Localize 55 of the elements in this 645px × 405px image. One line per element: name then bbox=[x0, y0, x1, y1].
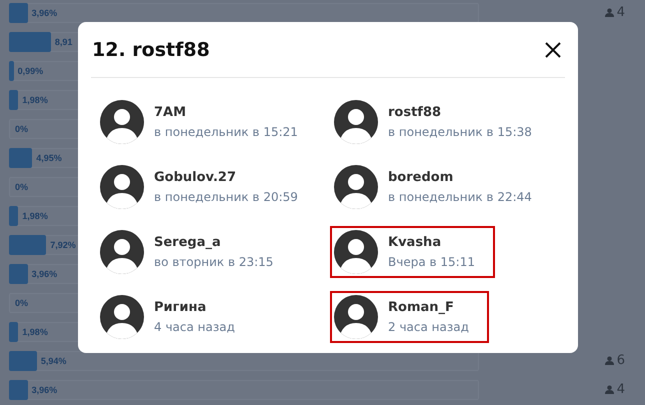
voter-entry[interactable]: rostf88 в понедельник в 15:38 bbox=[330, 96, 536, 148]
percent-label: 0% bbox=[15, 182, 28, 192]
vote-count: 6 bbox=[616, 353, 625, 368]
percent-label: 3,96% bbox=[32, 8, 58, 18]
voter-entry[interactable]: Gobulov.27 в понедельник в 20:59 bbox=[96, 161, 302, 213]
voter-name[interactable]: Kvasha bbox=[388, 235, 475, 250]
voter-name[interactable]: Roman_F bbox=[388, 300, 469, 315]
user-icon bbox=[604, 8, 614, 17]
vote-time: в понедельник в 22:44 bbox=[388, 190, 532, 204]
voter-entry[interactable]: Serega_a во вторник в 23:15 bbox=[96, 226, 278, 278]
voter-name[interactable]: Serega_a bbox=[154, 235, 274, 250]
percent-label: 0% bbox=[15, 298, 28, 308]
vote-time: 2 часа назад bbox=[388, 320, 469, 334]
vote-count: 4 bbox=[616, 382, 625, 397]
avatar-silhouette-icon bbox=[334, 230, 378, 274]
dialog-title: 12. rostf88 bbox=[92, 38, 210, 60]
percent-label: 0,99% bbox=[18, 66, 44, 76]
percent-label: 1,98% bbox=[22, 326, 48, 336]
avatar-silhouette-icon bbox=[100, 100, 144, 144]
voter-entry[interactable]: Roman_F 2 часа назад bbox=[330, 291, 489, 343]
percent-label: 1,98% bbox=[22, 210, 48, 220]
percent-label: 5,94% bbox=[40, 356, 66, 366]
voter-name[interactable]: rostf88 bbox=[388, 105, 532, 120]
user-icon bbox=[604, 385, 614, 394]
vote-time: Вчера в 15:11 bbox=[388, 255, 475, 269]
avatar-silhouette-icon bbox=[100, 230, 144, 274]
vote-time: 4 часа назад bbox=[154, 320, 235, 334]
voter-entry[interactable]: 7AM в понедельник в 15:21 bbox=[96, 96, 302, 148]
voter-name[interactable]: Ригина bbox=[154, 300, 235, 315]
voter-entry[interactable]: Ригина 4 часа назад bbox=[96, 291, 239, 343]
vote-count: 4 bbox=[616, 5, 625, 20]
voter-entry[interactable]: boredom в понедельник в 22:44 bbox=[330, 161, 536, 213]
voter-name[interactable]: 7AM bbox=[154, 105, 298, 120]
voter-entry[interactable]: Kvasha Вчера в 15:11 bbox=[330, 226, 495, 278]
percent-label: 3,96% bbox=[32, 384, 58, 394]
percent-label: 1,98% bbox=[22, 94, 48, 104]
voter-name[interactable]: boredom bbox=[388, 170, 532, 185]
percent-label: 7,92% bbox=[50, 240, 76, 250]
voter-name[interactable]: Gobulov.27 bbox=[154, 170, 298, 185]
percent-label: 4,95% bbox=[36, 152, 62, 162]
vote-time: в понедельник в 15:21 bbox=[154, 125, 298, 139]
vote-time: в понедельник в 20:59 bbox=[154, 190, 298, 204]
avatar-silhouette-icon bbox=[334, 295, 378, 339]
percent-label: 3,96% bbox=[32, 268, 58, 278]
percent-label: 8,91 bbox=[54, 36, 72, 46]
avatar-silhouette-icon bbox=[334, 165, 378, 209]
vote-time: в понедельник в 15:38 bbox=[388, 125, 532, 139]
avatar-silhouette-icon bbox=[100, 295, 144, 339]
user-icon bbox=[604, 356, 614, 365]
avatar-silhouette-icon bbox=[334, 100, 378, 144]
vote-time: во вторник в 23:15 bbox=[154, 255, 274, 269]
close-button[interactable] bbox=[544, 40, 562, 58]
percent-label: 0% bbox=[15, 124, 28, 134]
close-icon bbox=[545, 42, 561, 58]
avatar-silhouette-icon bbox=[100, 165, 144, 209]
